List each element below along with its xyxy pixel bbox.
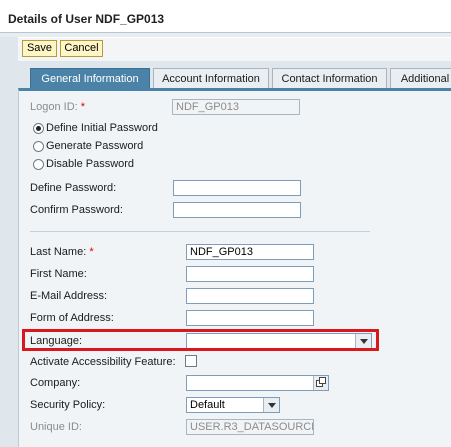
generate-password-label: Generate Password (46, 140, 144, 152)
generate-password-radio[interactable] (33, 141, 44, 152)
save-button[interactable]: Save (22, 40, 57, 57)
section-divider (30, 231, 370, 232)
highlight-box (22, 329, 379, 351)
value-help-icon[interactable] (313, 376, 328, 390)
define-initial-password-label: Define Initial Password (46, 122, 158, 134)
window-title: Details of User NDF_GP013 (8, 12, 165, 26)
define-password-field[interactable] (173, 180, 301, 196)
last-name-field[interactable]: NDF_GP013 (186, 244, 314, 260)
define-initial-password-radio[interactable] (33, 123, 44, 134)
unique-id-label: Unique ID: (30, 421, 82, 433)
form-of-address-field[interactable] (186, 310, 314, 326)
email-label: E-Mail Address: (30, 290, 108, 302)
first-name-field[interactable] (186, 266, 314, 282)
last-name-label: Last Name: * (30, 246, 94, 258)
email-field[interactable] (186, 288, 314, 304)
form-of-address-label: Form of Address: (30, 312, 114, 324)
tab-contact-information[interactable]: Contact Information (272, 68, 387, 89)
accessibility-label: Activate Accessibility Feature: (30, 356, 176, 368)
accessibility-checkbox[interactable] (185, 355, 197, 367)
security-policy-label: Security Policy: (30, 399, 106, 411)
company-label: Company: (30, 377, 81, 389)
tab-account-information[interactable]: Account Information (153, 68, 269, 89)
define-password-label: Define Password: (30, 182, 117, 194)
chevron-down-icon[interactable] (263, 398, 279, 412)
first-name-label: First Name: (30, 268, 87, 280)
security-policy-dropdown[interactable]: Default (186, 397, 280, 413)
window-title-bar: Details of User NDF_GP013 (0, 0, 451, 33)
confirm-password-field[interactable] (173, 202, 301, 218)
disable-password-label: Disable Password (46, 158, 135, 170)
tab-general-information[interactable]: General Information (30, 68, 150, 89)
disable-password-radio[interactable] (33, 159, 44, 170)
unique-id-field: USER.R3_DATASOURCE.N (186, 419, 314, 435)
security-policy-value: Default (190, 399, 225, 411)
confirm-password-label: Confirm Password: (30, 204, 123, 216)
company-field[interactable] (186, 375, 329, 391)
logon-id-field: NDF_GP013 (172, 99, 300, 115)
cancel-button[interactable]: Cancel (60, 40, 103, 57)
logon-id-label: Logon ID: * (30, 101, 86, 113)
tab-additional[interactable]: Additional (390, 68, 451, 89)
